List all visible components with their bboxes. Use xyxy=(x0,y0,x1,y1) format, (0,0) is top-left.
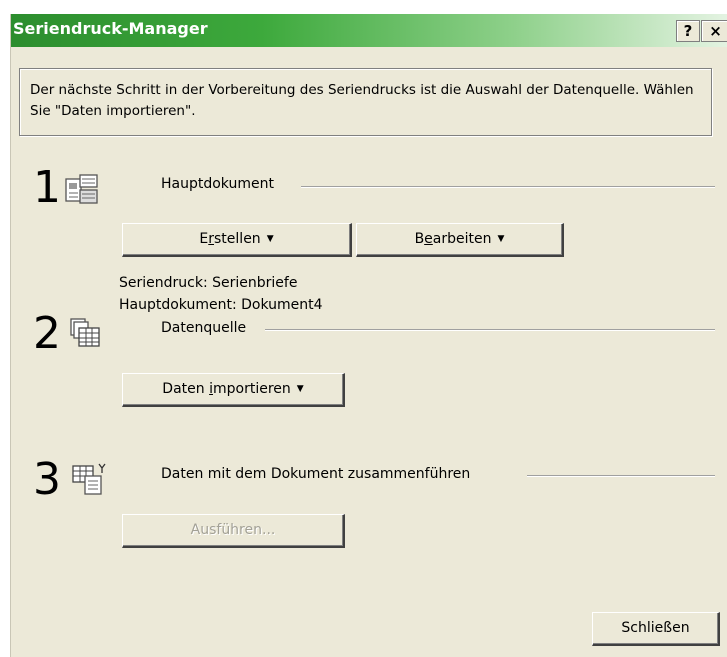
window-title: Seriendruck-Manager xyxy=(13,19,208,38)
step-2-number: 2 xyxy=(33,308,61,359)
dropdown-arrow-icon: ▼ xyxy=(266,234,274,244)
merge-type-status: Seriendruck: Serienbriefe xyxy=(119,275,298,291)
step-3-divider xyxy=(527,475,715,477)
merge-data-icon xyxy=(72,463,106,495)
step-1-divider xyxy=(301,186,715,188)
step-1-label: Hauptdokument xyxy=(161,176,274,192)
close-button[interactable]: Schließen xyxy=(592,612,720,646)
step-2-divider xyxy=(265,329,715,331)
create-button-label-a: E xyxy=(199,231,209,247)
close-window-button[interactable]: × xyxy=(701,20,727,42)
mail-merge-dialog: Seriendruck-Manager ? × Der nächste Schr… xyxy=(10,14,727,657)
edit-button-accesskey: e xyxy=(424,231,433,247)
step-3-number: 3 xyxy=(33,454,61,505)
create-button[interactable]: Erstellen ▼ xyxy=(122,223,352,257)
step-2-label: Datenquelle xyxy=(161,320,247,336)
create-button-label-b: stellen xyxy=(214,231,261,247)
import-data-button-label-b: mportieren xyxy=(212,381,291,397)
main-document-icon xyxy=(65,174,98,204)
step-1-number: 1 xyxy=(33,162,61,213)
instruction-text: Der nächste Schritt in der Vorbereitung … xyxy=(30,82,694,119)
edit-button-label-b: arbeiten xyxy=(432,231,492,247)
data-source-icon xyxy=(70,318,100,347)
dropdown-arrow-icon: ▼ xyxy=(296,384,304,394)
import-data-button-label-a: Daten xyxy=(162,381,210,397)
edit-button[interactable]: Bearbeiten ▼ xyxy=(356,223,564,257)
edit-button-label-a: B xyxy=(414,231,425,247)
help-button[interactable]: ? xyxy=(676,20,700,42)
dropdown-arrow-icon: ▼ xyxy=(497,234,505,244)
title-bar[interactable]: Seriendruck-Manager ? × xyxy=(11,14,727,47)
step-3-label: Daten mit dem Dokument zusammenführen xyxy=(161,466,471,482)
execute-button[interactable]: Ausführen... xyxy=(122,514,345,548)
import-data-button[interactable]: Daten importieren ▼ xyxy=(122,373,345,407)
instruction-panel: Der nächste Schritt in der Vorbereitung … xyxy=(19,68,712,136)
main-document-status: Hauptdokument: Dokument4 xyxy=(119,297,323,313)
